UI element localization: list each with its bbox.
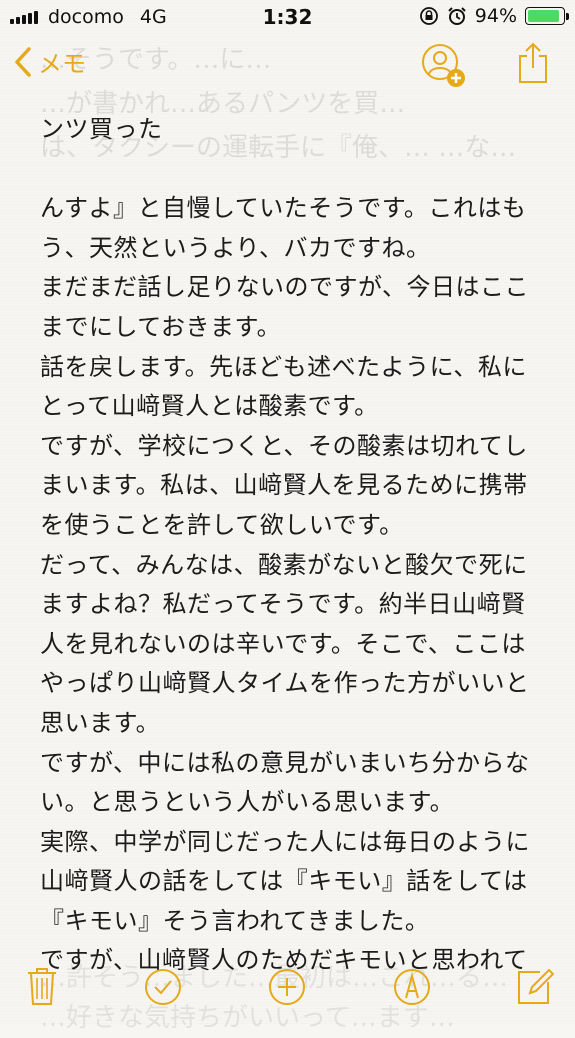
note-line: だって、みんなは、酸素がないと酸欠で死に [40,550,528,579]
note-line: んすよ』と自慢していたそうです。これはも [40,194,527,223]
alarm-icon [448,7,466,25]
battery-fill [528,10,560,22]
trash-icon[interactable] [26,966,58,1006]
note-line: まだまだ話し足りないのですが、今日はここ [40,273,530,302]
battery-percent: 94% [474,5,517,27]
note-line: ますよね？私だってそうです。約半日山﨑賢 [40,590,526,619]
share-icon[interactable] [515,40,551,86]
orientation-lock-icon [419,7,438,25]
note-line: 山﨑賢人の話をしては『キモい』話をしては [40,867,528,896]
note-line: う、天然というより、バカですね。 [40,233,431,262]
note-line: を使うことを許して欲しいです。 [40,510,404,539]
add-people-icon[interactable] [420,42,466,88]
note-line: 人を見れないのは辛いです。そこで、ここは [40,629,526,658]
note-line: ですが、学校につくと、その酸素は切れてし [40,431,528,460]
nav-bar: メモ [0,34,575,94]
note-line: 思います。 [40,708,161,737]
note-line [40,150,560,190]
note-line: とって山﨑賢人とは酸素です。 [40,392,379,421]
note-line: 『キモい』そう言われてきました。 [40,906,430,935]
back-label: メモ [38,50,86,78]
note-line: い。と思うという人がいる思います。 [40,788,455,817]
add-icon[interactable] [268,968,306,1006]
compose-icon[interactable] [516,966,554,1006]
sketch-icon[interactable] [393,968,431,1006]
note-line: まいます。私は、山﨑賢人を見るために携帯 [40,471,528,500]
status-bar: docomo 4G 1:32 94% [0,0,575,34]
checklist-icon[interactable] [144,968,182,1006]
note-line: 話を戻します。先ほども述べたように、私に [40,352,527,381]
battery-icon [525,7,569,25]
note-line: ですが、中には私の意見がいまいち分からな [40,748,530,777]
note-body[interactable]: ンツ買った んすよ』と自慢していたそうです。これはも う、天然というより、バカです… [40,110,560,981]
chevron-left-icon [15,46,31,77]
note-line: やっぱり山﨑賢人タイムを作った方がいいと [40,669,530,698]
note-line: 実際、中学が同じだった人には毎日のように [40,827,530,856]
note-line: ンツ買った [40,115,163,143]
note-line: までにしておきます。 [40,312,282,341]
back-button[interactable]: メモ [14,44,86,79]
